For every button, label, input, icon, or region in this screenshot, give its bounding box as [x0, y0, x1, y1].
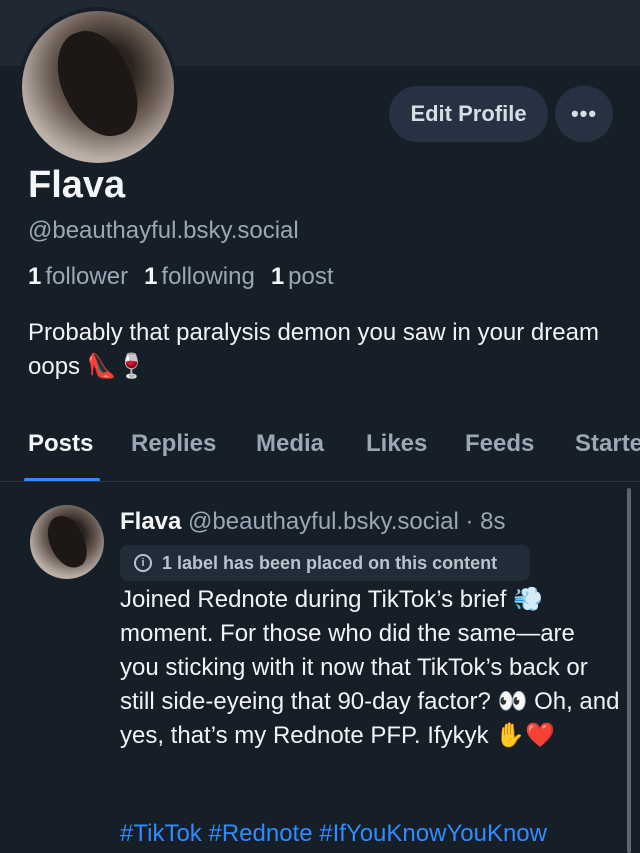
post-item[interactable]: Flava @beauthayful.bsky.social · 8s i 1 … [0, 482, 640, 853]
post-separator: · [465, 508, 474, 535]
post-hashtags[interactable]: #TikTok #Rednote #IfYouKnowYouKnow [120, 820, 547, 848]
tab-replies[interactable]: Replies [131, 430, 216, 458]
content-label-text: 1 label has been placed on this content [162, 552, 498, 573]
display-name: Flava [28, 164, 126, 206]
tab-posts[interactable]: Posts [28, 430, 93, 458]
tab-likes[interactable]: Likes [366, 430, 427, 458]
profile-handle: @beauthayful.bsky.social [28, 217, 299, 244]
profile-stats: 1 follower 1 following 1 post [28, 263, 334, 291]
ellipsis-icon: ••• [570, 101, 598, 126]
post-author-handle[interactable]: @beauthayful.bsky.social [188, 508, 459, 535]
post-header: Flava @beauthayful.bsky.social · 8s [120, 508, 505, 536]
post-author-avatar[interactable] [30, 505, 104, 579]
edit-profile-button[interactable]: Edit Profile [389, 86, 548, 142]
profile-tabs: Posts Replies Media Likes Feeds Starte [0, 420, 640, 482]
post-time[interactable]: 8s [480, 508, 505, 535]
scrollbar[interactable] [627, 488, 631, 853]
following-stat[interactable]: 1 following [144, 263, 255, 291]
tab-starter-packs[interactable]: Starte [575, 430, 640, 458]
profile-avatar[interactable] [18, 7, 178, 167]
followers-stat[interactable]: 1 follower [28, 263, 128, 291]
tab-media[interactable]: Media [256, 430, 324, 458]
profile-bio: Probably that paralysis demon you saw in… [28, 319, 599, 380]
more-options-button[interactable]: ••• [555, 86, 613, 142]
post-author-name[interactable]: Flava [120, 508, 181, 535]
post-body: Joined Rednote during TikTok’s brief 💨 m… [120, 586, 620, 749]
avatar-image [22, 11, 174, 163]
tab-feeds[interactable]: Feeds [465, 430, 534, 458]
posts-stat: 1 post [270, 263, 334, 290]
info-icon: i [134, 554, 152, 572]
content-label-chip[interactable]: i 1 label has been placed on this conten… [120, 545, 530, 581]
